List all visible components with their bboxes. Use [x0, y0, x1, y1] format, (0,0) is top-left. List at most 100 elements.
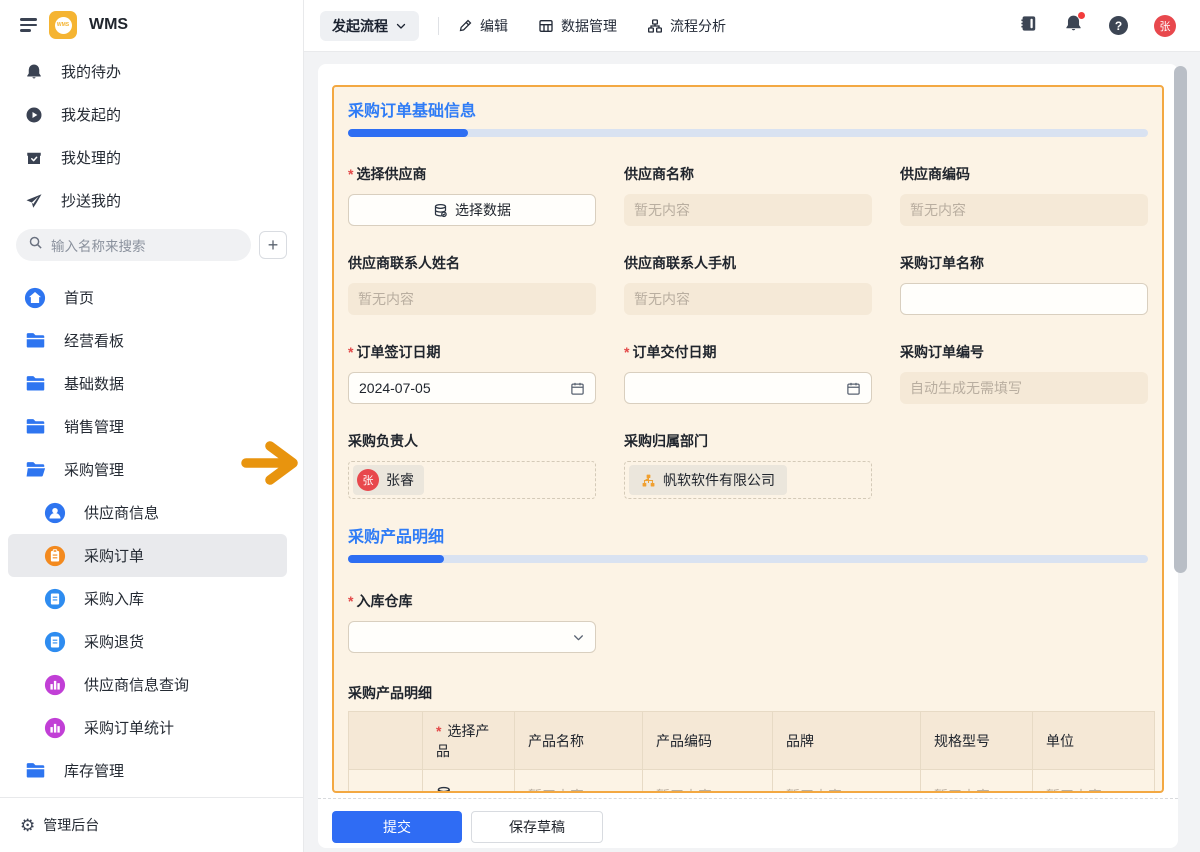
- field-contact-phone: 供应商联系人手机 暂无内容: [624, 253, 872, 315]
- department-tag: 帆软软件有限公司: [629, 465, 787, 495]
- product-name-cell: 暂无内容: [515, 770, 643, 794]
- field-contact-name: 供应商联系人姓名 暂无内容: [348, 253, 596, 315]
- sidebar-item-label: 首页: [64, 287, 94, 308]
- bar-chart-icon: [44, 674, 66, 696]
- chevron-down-icon: [395, 20, 407, 32]
- product-code-cell: 暂无内容: [643, 770, 773, 794]
- supplier-name-input: 暂无内容: [624, 194, 872, 226]
- progress-bar-basic: [348, 129, 1148, 137]
- document-icon: [44, 631, 66, 653]
- admin-backend-link[interactable]: ⚙ 管理后台: [0, 797, 303, 852]
- sidebar-item-my-processed[interactable]: 我处理的: [0, 136, 303, 179]
- table-grid-icon: [538, 18, 554, 34]
- toolbar: 发起流程 编辑 数据管理 流程分析 ? 张: [304, 0, 1200, 52]
- order-no-input: 自动生成无需填写: [900, 372, 1148, 404]
- progress-bar-detail: [348, 555, 1148, 563]
- user-avatar[interactable]: 张: [1154, 15, 1176, 37]
- sidebar-item-my-todo[interactable]: 我的待办: [0, 50, 303, 93]
- process-analysis-button[interactable]: 流程分析: [647, 16, 726, 36]
- edit-button[interactable]: 编辑: [458, 16, 508, 36]
- sidebar-item-business-board[interactable]: 经营看板: [8, 319, 287, 362]
- toolbar-divider: [438, 17, 439, 35]
- table-row: 1 暂无内容 暂无内容 暂无内容 暂无内容 暂无内容: [349, 770, 1155, 794]
- sidebar-item-label: 供应商信息查询: [84, 674, 189, 695]
- sidebar-item-home[interactable]: 首页: [8, 276, 287, 319]
- edit-label: 编辑: [480, 16, 508, 36]
- sidebar-item-label: 我的待办: [61, 61, 121, 82]
- field-purchaser: 采购负责人 张 张睿: [348, 431, 596, 499]
- folder-open-icon: [24, 459, 46, 481]
- data-manage-button[interactable]: 数据管理: [538, 16, 617, 36]
- col-brand: 品牌: [773, 712, 921, 770]
- sidebar-item-order-stats[interactable]: 采购订单统计: [8, 706, 287, 749]
- sidebar-item-inventory-mgmt[interactable]: 库存管理: [8, 749, 287, 792]
- help-icon[interactable]: ?: [1109, 16, 1128, 35]
- field-label: 选择供应商: [356, 164, 426, 184]
- menu-collapse-icon[interactable]: [20, 15, 37, 35]
- field-department: 采购归属部门 帆软软件有限公司: [624, 431, 872, 499]
- search-input[interactable]: 输入名称来搜索: [16, 229, 251, 261]
- select-product-cell[interactable]: [423, 770, 515, 794]
- purchase-order-form: 采购订单基础信息 *选择供应商 选择数据 供应商名称 暂无内容 供应商编码 暂无…: [332, 85, 1164, 793]
- start-process-button[interactable]: 发起流程: [320, 11, 419, 41]
- folder-icon: [24, 373, 46, 395]
- sidebar-item-label: 经营看板: [64, 330, 124, 351]
- required-asterisk: *: [348, 593, 353, 609]
- sidebar-item-cc-me[interactable]: 抄送我的: [0, 179, 303, 222]
- search-placeholder: 输入名称来搜索: [51, 235, 146, 255]
- purchaser-picker[interactable]: 张 张睿: [348, 461, 596, 499]
- send-icon: [24, 191, 43, 210]
- warehouse-select[interactable]: [348, 621, 596, 653]
- sidebar-item-purchase-order[interactable]: 采购订单: [8, 534, 287, 577]
- sidebar-item-label: 采购订单统计: [84, 717, 174, 738]
- sidebar-item-base-data[interactable]: 基础数据: [8, 362, 287, 405]
- sidebar-item-purchase-return[interactable]: 采购退货: [8, 620, 287, 663]
- sidebar-item-purchase-inbound[interactable]: 采购入库: [8, 577, 287, 620]
- field-label: 订单交付日期: [632, 342, 716, 362]
- play-circle-icon: [24, 105, 43, 124]
- sidebar-item-supplier-query[interactable]: 供应商信息查询: [8, 663, 287, 706]
- save-draft-button[interactable]: 保存草稿: [471, 811, 603, 843]
- section-title-detail: 采购产品明细: [348, 523, 1148, 547]
- sidebar-item-supplier-info[interactable]: 供应商信息: [8, 491, 287, 534]
- sign-date-input[interactable]: 2024-07-05: [348, 372, 596, 404]
- supplier-code-input: 暂无内容: [900, 194, 1148, 226]
- col-label: 选择产品: [436, 723, 489, 759]
- sidebar-item-label: 我处理的: [61, 147, 121, 168]
- department-name: 帆软软件有限公司: [663, 470, 775, 490]
- field-delivery-date: *订单交付日期: [624, 342, 872, 404]
- folder-icon: [24, 330, 46, 352]
- field-label: 入库仓库: [356, 591, 412, 611]
- database-icon: [433, 203, 448, 218]
- field-label: 订单签订日期: [356, 342, 440, 362]
- clipboard-icon: [44, 545, 66, 567]
- sidebar-item-my-initiated[interactable]: 我发起的: [0, 93, 303, 136]
- notification-bell-icon[interactable]: [1064, 14, 1083, 38]
- contact-phone-input: 暂无内容: [624, 283, 872, 315]
- col-product-name: 产品名称: [515, 712, 643, 770]
- vertical-scrollbar[interactable]: [1174, 66, 1187, 573]
- select-data-button[interactable]: 选择数据: [348, 194, 596, 226]
- field-order-no: 采购订单编号 自动生成无需填写: [900, 342, 1148, 404]
- product-detail-table: * 选择产品 产品名称 产品编码 品牌 规格型号 单位 1 暂无内容 暂无内容 …: [348, 711, 1155, 793]
- order-name-input[interactable]: [900, 283, 1148, 315]
- sidebar-item-label: 抄送我的: [61, 190, 121, 211]
- document-icon: [44, 588, 66, 610]
- department-picker[interactable]: 帆软软件有限公司: [624, 461, 872, 499]
- table-header-row: * 选择产品 产品名称 产品编码 品牌 规格型号 单位: [349, 712, 1155, 770]
- add-button[interactable]: +: [259, 231, 287, 259]
- search-icon: [28, 235, 43, 255]
- field-supplier-name: 供应商名称 暂无内容: [624, 164, 872, 226]
- sidebar-item-label: 采购订单: [84, 545, 144, 566]
- required-asterisk: *: [436, 723, 441, 739]
- notebook-icon[interactable]: [1019, 14, 1038, 38]
- purchaser-avatar: 张: [357, 469, 379, 491]
- unit-cell: 暂无内容: [1033, 770, 1155, 794]
- delivery-date-input[interactable]: [624, 372, 872, 404]
- field-label: 采购归属部门: [624, 431, 708, 451]
- select-data-label: 选择数据: [455, 200, 511, 220]
- submit-button[interactable]: 提交: [332, 811, 462, 843]
- product-table-caption: 采购产品明细: [348, 683, 1148, 703]
- start-process-label: 发起流程: [332, 16, 388, 36]
- col-select-product: * 选择产品: [423, 712, 515, 770]
